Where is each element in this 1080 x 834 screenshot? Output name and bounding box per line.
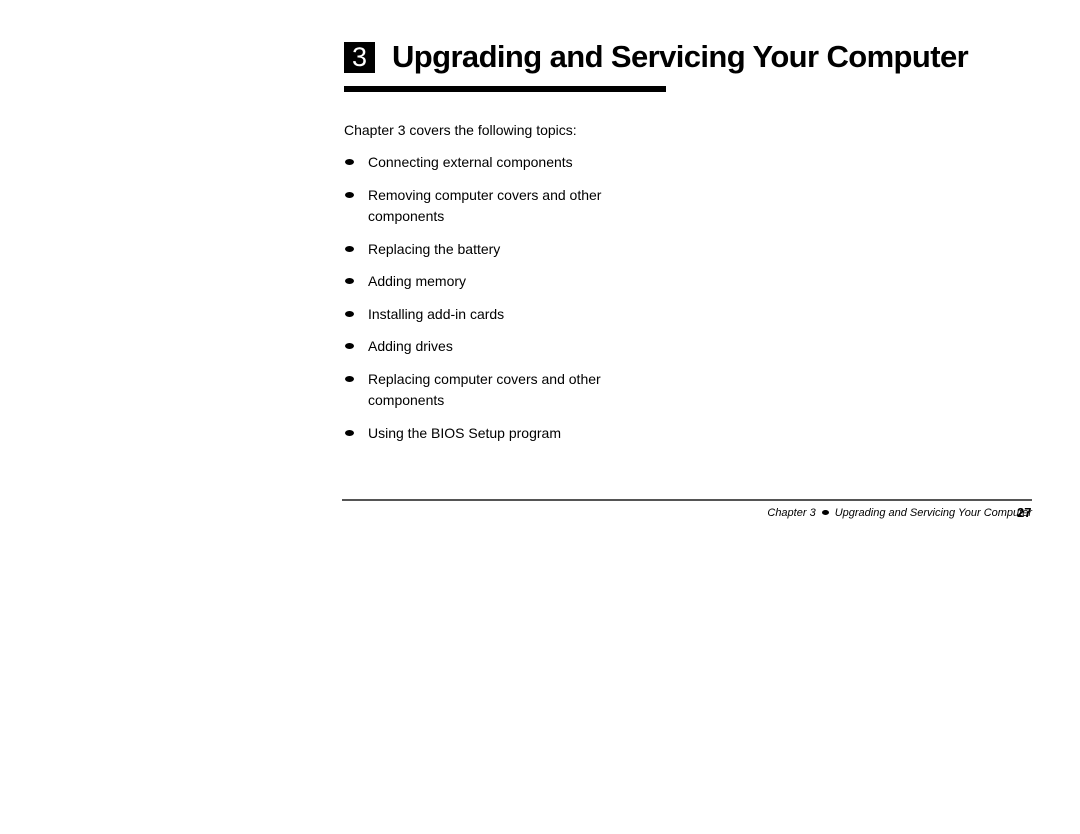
- topic-text: Replacing the battery: [368, 240, 501, 257]
- bullet-icon: [345, 429, 354, 436]
- list-item: Connecting external components: [344, 152, 624, 174]
- list-item: Replacing computer covers and other comp…: [344, 369, 624, 412]
- chapter-number-badge: 3: [344, 42, 375, 73]
- topic-text: Connecting external components: [368, 154, 573, 170]
- topic-text: Adding memory: [368, 273, 467, 289]
- title-underline: [344, 86, 666, 92]
- footer-chapter-label: Chapter 3: [767, 507, 816, 519]
- list-item: Removing computer covers and other compo…: [344, 185, 624, 228]
- bullet-icon: [345, 191, 354, 198]
- footer-rule: [342, 499, 1032, 501]
- bullet-icon: [821, 510, 829, 516]
- chapter-title: Upgrading and Servicing Your Computer: [392, 39, 969, 74]
- running-footer: Chapter 3 Upgrading and Servicing Your Co…: [767, 505, 1032, 521]
- list-item: Adding drives: [344, 336, 624, 358]
- topic-text: Replacing computer covers and other comp…: [368, 370, 601, 409]
- list-item: Replacing the battery: [344, 239, 624, 261]
- page-number: 27: [1017, 505, 1032, 520]
- bullet-icon: [345, 278, 354, 284]
- bullet-icon: [345, 375, 354, 382]
- bullet-icon: [345, 343, 354, 349]
- list-item: Using the BIOS Setup program: [344, 423, 624, 445]
- bullet-icon: [345, 310, 354, 317]
- bullet-icon: [345, 245, 354, 252]
- topic-text: Installing add-in cards: [368, 305, 505, 322]
- topic-text: Removing computer covers and other compo…: [368, 186, 602, 225]
- footer-section-title: Upgrading and Servicing Your Computer: [834, 507, 1032, 519]
- bullet-icon: [345, 159, 354, 165]
- intro-text: Chapter 3 covers the following topics:: [344, 122, 577, 138]
- list-item: Installing add-in cards: [344, 304, 624, 326]
- list-item: Adding memory: [344, 271, 624, 293]
- topic-list: Connecting external components Removing …: [344, 152, 624, 455]
- topic-text: Using the BIOS Setup program: [368, 424, 561, 441]
- topic-text: Adding drives: [368, 338, 453, 354]
